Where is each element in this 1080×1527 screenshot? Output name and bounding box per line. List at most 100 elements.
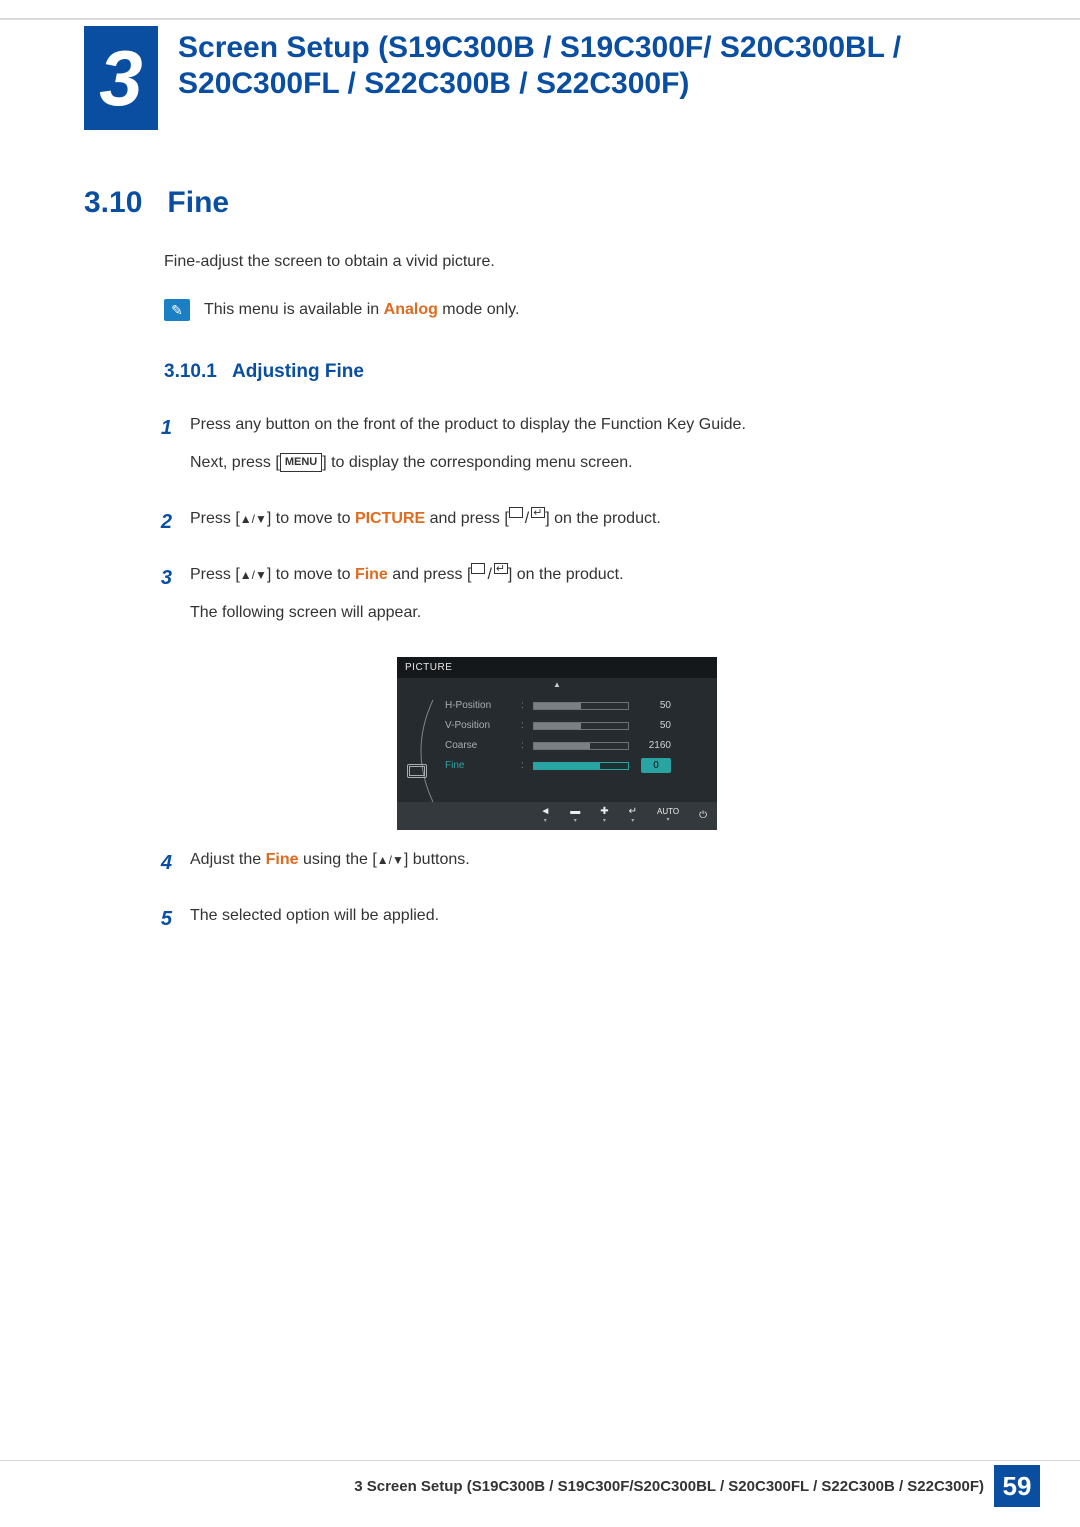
i: ✚ [600,807,608,817]
step-number: 4 [154,848,172,886]
osd-value: 50 [635,698,671,713]
step-number: 3 [154,563,172,639]
osd-scroll-up-icon: ▲ [397,678,717,692]
osd-power-icon: ⏻ [699,811,707,821]
step-text: Press [▲/▼] to move to PICTURE and press… [190,507,960,545]
step3-line2: The following screen will appear. [190,601,960,625]
up-down-icon: ▲/▼ [377,853,404,867]
fine-keyword: Fine [266,851,299,868]
osd-label: Coarse [445,738,515,753]
up-down-icon: ▲/▼ [240,512,267,526]
step-text: The selected option will be applied. [190,904,960,942]
osd-value-active: 0 [641,758,671,773]
section-title: Fine [167,186,229,219]
enter-source-icon: / [471,563,507,587]
t: Press [ [190,566,240,583]
t: ] to move to [267,566,355,583]
osd-picture-icon [407,764,427,778]
t: Press [ [190,510,240,527]
chapter-number-box: 3 [84,26,158,130]
osd-enter-icon: ↵▾ [629,807,637,824]
i: ▬ [570,807,580,817]
t: and press [ [425,510,509,527]
colon: : [521,698,527,713]
note-text: This menu is available in Analog mode on… [204,298,519,322]
step-3: 3 Press [▲/▼] to move to Fine and press … [154,563,960,639]
osd-panel: PICTURE ▲ H-Position : 50 [397,657,717,830]
osd-label: H-Position [445,698,515,713]
t: ] to display the corresponding menu scre… [322,454,632,471]
page-footer: 3 Screen Setup (S19C300B / S19C300F/S20C… [0,1465,1080,1507]
up-down-icon: ▲/▼ [240,568,267,582]
step-1: 1 Press any button on the front of the p… [154,413,960,489]
step1-line1: Press any button on the front of the pro… [190,413,960,437]
menu-button-icon: MENU [280,453,322,472]
step5-line: The selected option will be applied. [190,904,960,928]
t: ] to move to [267,510,355,527]
step1-line2: Next, press [MENU] to display the corres… [190,451,960,475]
t: using the [ [299,851,377,868]
step-number: 2 [154,507,172,545]
enter-source-icon: / [509,507,545,531]
picture-keyword: PICTURE [355,510,425,527]
i: ↵ [629,807,637,817]
body-content: Fine-adjust the screen to obtain a vivid… [164,250,960,960]
note-before: This menu is available in [204,301,384,318]
colon: : [521,758,527,773]
note-row: ✎ This menu is available in Analog mode … [164,298,960,322]
step-text: Press [▲/▼] to move to Fine and press [/… [190,563,960,639]
note-after: mode only. [438,301,520,318]
i: AUTO [657,808,679,816]
i: ◄ [540,807,550,817]
t: ] on the product. [508,566,624,583]
step-text: Press any button on the front of the pro… [190,413,960,489]
chapter-title: Screen Setup (S19C300B / S19C300F/ S20C3… [178,30,1000,102]
step-2: 2 Press [▲/▼] to move to PICTURE and pre… [154,507,960,545]
step-4: 4 Adjust the Fine using the [▲/▼] button… [154,848,960,886]
osd-row-fine: Fine : 0 [445,756,707,776]
section-heading: 3.10 Fine [84,186,229,220]
t: ] on the product. [545,510,661,527]
t: and press [ [388,566,472,583]
note-highlight: Analog [384,301,438,318]
chapter-number: 3 [99,33,142,124]
footer-rule [0,1460,1080,1461]
step-number: 1 [154,413,172,489]
osd-title: PICTURE [397,657,717,678]
osd-footer: ◄▾ ▬▾ ✚▾ ↵▾ AUTO▾ ⏻ [397,802,717,830]
i: ⏻ [699,811,707,821]
osd-auto-icon: AUTO▾ [657,808,679,823]
osd-slider-active [533,762,629,770]
osd-label: V-Position [445,718,515,733]
step-text: Adjust the Fine using the [▲/▼] buttons. [190,848,960,886]
osd-value: 2160 [635,738,671,753]
footer-text: 3 Screen Setup (S19C300B / S19C300F/S20C… [354,1478,984,1495]
osd-row-vposition: V-Position : 50 [445,716,707,736]
subsection-number: 3.10.1 [164,361,217,382]
osd-screenshot: PICTURE ▲ H-Position : 50 [154,657,960,830]
osd-slider [533,702,629,710]
step3-line1: Press [▲/▼] to move to Fine and press [/… [190,563,960,587]
osd-plus-icon: ✚▾ [600,807,608,824]
fine-keyword: Fine [355,566,388,583]
osd-left-arc [397,692,441,802]
colon: : [521,718,527,733]
colon: : [521,738,527,753]
step4-line: Adjust the Fine using the [▲/▼] buttons. [190,848,960,872]
subsection-title: Adjusting Fine [232,361,364,382]
osd-minus-icon: ▬▾ [570,807,580,824]
page-number: 59 [994,1465,1040,1507]
t: Adjust the [190,851,266,868]
note-icon: ✎ [164,299,190,321]
step-list: 1 Press any button on the front of the p… [154,413,960,942]
step-number: 5 [154,904,172,942]
t: ] buttons. [404,851,470,868]
step-5: 5 The selected option will be applied. [154,904,960,942]
step2-line: Press [▲/▼] to move to PICTURE and press… [190,507,960,531]
top-rule [0,18,1080,20]
osd-back-icon: ◄▾ [540,807,550,824]
osd-body: H-Position : 50 V-Position : 50 Co [397,692,717,802]
osd-value: 50 [635,718,671,733]
subsection-heading: 3.10.1 Adjusting Fine [164,358,960,387]
osd-row-coarse: Coarse : 2160 [445,736,707,756]
